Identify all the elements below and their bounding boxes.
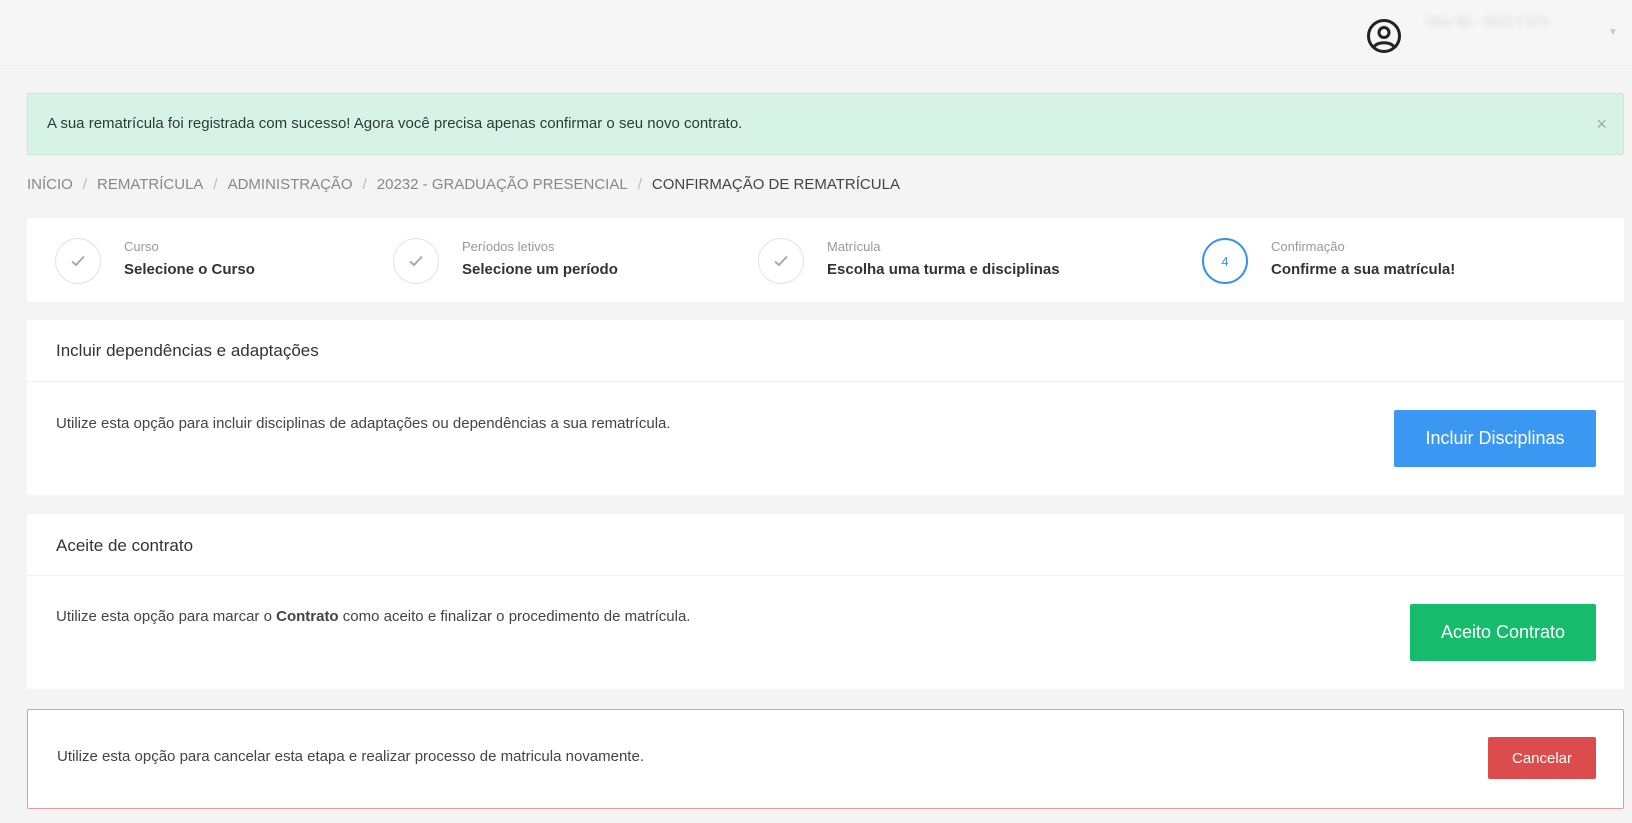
step-title: Confirmação (1271, 239, 1345, 254)
step-title: Matrícula (827, 239, 881, 254)
check-icon (758, 238, 804, 284)
breadcrumb-separator: / (82, 176, 88, 193)
success-alert: A sua rematrícula foi registrada com suc… (27, 93, 1624, 155)
contrato-link-text: Contrato (276, 608, 339, 625)
alert-message: A sua rematrícula foi registrada com suc… (47, 115, 743, 132)
breadcrumb-separator: / (362, 176, 367, 193)
top-navbar: Vitor Bo - 2023 1 974 ▼ (0, 0, 1632, 66)
card-text: Utilize esta opção para marcar o Contrat… (56, 608, 690, 625)
card-text: Utilize esta opção para incluir discipli… (56, 415, 671, 432)
step-title: Períodos letivos (462, 239, 555, 254)
cancel-box: Utilize esta opção para cancelar esta et… (27, 709, 1624, 809)
step-number: 4 (1202, 238, 1248, 284)
dependencias-card: Incluir dependências e adaptações Utiliz… (27, 320, 1624, 495)
step-subtitle: Selecione o Curso (124, 261, 255, 278)
user-name[interactable]: Vitor Bo - 2023 1 974 (1426, 14, 1586, 30)
card-header: Aceite de contrato (27, 514, 1624, 576)
aceito-contrato-button[interactable]: Aceito Contrato (1410, 604, 1596, 661)
breadcrumb-item-administracao[interactable]: ADMINISTRAÇÃO (228, 176, 353, 193)
card-text-after: como aceito e finalizar o procedimento d… (338, 608, 691, 625)
breadcrumb-separator: / (637, 176, 642, 193)
cancel-button[interactable]: Cancelar (1488, 737, 1596, 779)
card-title: Incluir dependências e adaptações (56, 341, 319, 360)
card-title: Aceite de contrato (56, 536, 194, 555)
step-subtitle: Selecione um período (462, 261, 618, 278)
steps-wizard: Curso Selecione o Curso Períodos letivos… (27, 218, 1624, 302)
step-subtitle: Escolha uma turma e disciplinas (827, 261, 1060, 278)
check-icon (393, 238, 439, 284)
check-icon (55, 238, 101, 284)
contrato-card: Aceite de contrato Utilize esta opção pa… (27, 514, 1624, 689)
chevron-down-icon[interactable]: ▼ (1608, 27, 1618, 38)
breadcrumb-separator: / (213, 176, 218, 193)
breadcrumb-current: CONFIRMAÇÃO DE REMATRÍCULA (651, 176, 900, 193)
breadcrumb: INÍCIO / REMATRÍCULA / ADMINISTRAÇÃO / 20232 -… (27, 176, 900, 193)
breadcrumb-item-periodo[interactable]: 20232 - GRADUAÇÃO PRESENCIAL (377, 176, 628, 193)
cancel-text: Utilize esta opção para cancelar esta et… (57, 748, 644, 765)
step-title: Curso (124, 239, 159, 254)
breadcrumb-item-inicio[interactable]: INÍCIO (27, 176, 73, 193)
breadcrumb-item-rematricula[interactable]: REMATRÍCULA (97, 176, 203, 193)
card-text-before: Utilize esta opção para marcar o (56, 608, 277, 625)
user-circle-icon[interactable] (1366, 18, 1402, 54)
close-icon[interactable]: × (1596, 94, 1607, 154)
card-header: Incluir dependências e adaptações (27, 320, 1624, 382)
step-subtitle: Confirme a sua matrícula! (1271, 261, 1456, 278)
incluir-disciplinas-button[interactable]: Incluir Disciplinas (1394, 410, 1596, 467)
